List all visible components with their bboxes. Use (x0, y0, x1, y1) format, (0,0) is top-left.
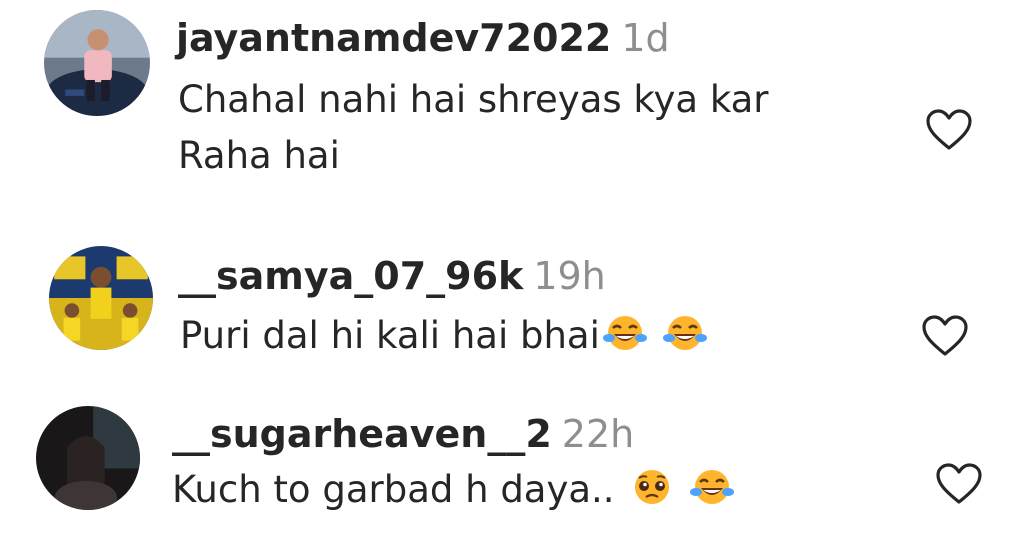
avatar-cricket-team-yellow-icon (49, 246, 153, 350)
user-avatar[interactable] (44, 10, 150, 116)
comment-username[interactable]: __samya_07_96k 19h (178, 254, 606, 298)
comment-text: Puri dal hi kali hai bhai (180, 314, 600, 357)
comment-timestamp: 1d (621, 16, 670, 60)
comment-text-line: Chahal nahi hai shreyas kya kar (178, 78, 769, 121)
comment-text: Kuch to garbad h daya.. (172, 468, 615, 511)
username-text[interactable]: __samya_07_96k (178, 254, 523, 298)
pleading-face-emoji-icon (629, 466, 675, 517)
comment-text-line: Kuch to garbad h daya.. (172, 466, 735, 517)
like-heart-icon[interactable] (924, 108, 974, 152)
tears-of-joy-emoji-icon (689, 466, 735, 517)
tears-of-joy-emoji-icon (662, 312, 708, 363)
user-avatar[interactable] (49, 246, 153, 350)
comment-username[interactable]: __sugarheaven__2 22h (172, 412, 634, 456)
comment-text-line: Raha hai (178, 134, 340, 177)
tears-of-joy-emoji-icon (602, 312, 648, 363)
avatar-person-in-dark-icon (36, 406, 140, 510)
comment-username[interactable]: jayantnamdev72022 1d (176, 16, 670, 60)
username-text[interactable]: jayantnamdev72022 (176, 16, 611, 60)
comment-text-line: Puri dal hi kali hai bhai (180, 312, 708, 363)
like-heart-icon[interactable] (934, 462, 984, 506)
comment-timestamp: 19h (533, 254, 606, 298)
username-text[interactable]: __sugarheaven__2 (172, 412, 552, 456)
comment-timestamp: 22h (561, 412, 635, 456)
user-avatar[interactable] (36, 406, 140, 510)
avatar-man-with-car-icon (44, 10, 150, 116)
like-heart-icon[interactable] (920, 314, 970, 358)
